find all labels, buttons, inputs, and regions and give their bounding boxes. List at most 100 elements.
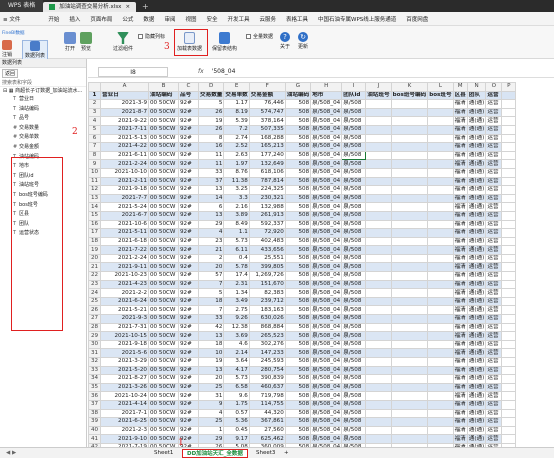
table-cell[interactable]: 508 xyxy=(284,339,312,350)
table-cell[interactable]: 630,026 xyxy=(248,314,286,324)
sheet-tab-active[interactable]: DD加油站天汇_全数据 xyxy=(182,449,248,458)
table-cell[interactable]: 868,884 xyxy=(248,322,286,333)
row-number[interactable]: 14 xyxy=(88,202,101,212)
table-cell[interactable]: 泉/508_04 xyxy=(310,288,343,298)
table-cell[interactable]: 福清 xyxy=(452,176,468,187)
table-cell[interactable]: 泉/508 xyxy=(341,202,367,212)
table-cell[interactable]: 280,754 xyxy=(248,365,286,376)
table-cell[interactable]: 福清 xyxy=(452,124,468,135)
table-cell[interactable] xyxy=(427,357,454,367)
table-cell[interactable]: 92# xyxy=(178,185,199,195)
empty-cell[interactable] xyxy=(501,399,517,410)
table-cell[interactable]: 泉/508_04 xyxy=(310,365,343,376)
row-number[interactable]: 10 xyxy=(88,167,101,178)
table-cell[interactable]: 114,755 xyxy=(248,399,286,410)
row-number[interactable]: 33 xyxy=(88,365,101,376)
table-cell[interactable]: 福清 xyxy=(452,219,468,230)
table-cell[interactable] xyxy=(390,253,429,264)
table-cell[interactable]: 92# xyxy=(178,253,199,264)
empty-cell[interactable] xyxy=(501,408,517,419)
table-cell[interactable] xyxy=(365,176,392,187)
row-number[interactable]: 8 xyxy=(88,150,101,161)
table-cell[interactable]: 00 50CW xyxy=(148,305,179,316)
table-cell[interactable]: 泉/508_04 xyxy=(310,116,343,126)
field-item[interactable]: T 营业日 xyxy=(0,95,86,105)
table-cell[interactable]: 92# xyxy=(178,142,199,152)
table-cell[interactable]: 泉/508 xyxy=(341,331,367,341)
table-cell[interactable] xyxy=(427,305,454,316)
table-cell[interactable]: 福清 xyxy=(452,193,468,204)
table-cell[interactable]: 92# xyxy=(178,382,199,393)
table-cell[interactable] xyxy=(390,107,429,118)
header-cell[interactable]: 运营 xyxy=(485,90,503,101)
table-cell[interactable]: 通(通) xyxy=(466,193,487,204)
table-cell[interactable]: 2021-2-2 xyxy=(100,288,149,298)
table-cell[interactable]: 2.74 xyxy=(223,133,250,144)
table-cell[interactable]: 92# xyxy=(178,219,199,230)
empty-cell[interactable] xyxy=(501,202,517,212)
table-cell[interactable]: 33 xyxy=(197,314,225,324)
table-cell[interactable]: 泉/508 xyxy=(341,271,367,281)
table-cell[interactable]: 泉/508 xyxy=(341,133,367,144)
table-cell[interactable]: 9 xyxy=(197,399,225,410)
table-cell[interactable]: 通(通) xyxy=(466,339,487,350)
table-cell[interactable]: 运营 xyxy=(485,185,503,195)
table-cell[interactable]: 泉/508_04 xyxy=(310,399,343,410)
save-table-button[interactable]: 保留表结构 xyxy=(212,32,237,52)
table-cell[interactable]: 302,276 xyxy=(248,339,286,350)
table-cell[interactable] xyxy=(390,228,429,238)
table-cell[interactable]: 00 50CW xyxy=(148,262,179,273)
table-cell[interactable]: 泉/508_04 xyxy=(310,296,343,307)
row-number[interactable]: 35 xyxy=(88,382,101,393)
table-cell[interactable]: 00 50CW xyxy=(148,391,179,401)
table-cell[interactable] xyxy=(427,107,454,118)
table-cell[interactable]: 运营 xyxy=(485,228,503,238)
table-cell[interactable]: 泉/508_04 xyxy=(310,185,343,195)
table-cell[interactable]: 5.73 xyxy=(223,374,250,384)
table-cell[interactable]: 泉/508_04 xyxy=(310,107,343,118)
table-cell[interactable]: 168,288 xyxy=(248,133,286,144)
table-cell[interactable] xyxy=(427,150,454,161)
table-cell[interactable]: 147,233 xyxy=(248,348,286,358)
table-cell[interactable]: 通(通) xyxy=(466,185,487,195)
table-cell[interactable]: 泉/508 xyxy=(341,142,367,152)
table-cell[interactable]: 00 50CW xyxy=(148,228,179,238)
empty-cell[interactable] xyxy=(501,339,517,350)
table-cell[interactable]: 92# xyxy=(178,339,199,350)
sheet-tab-1[interactable]: Sheet1 xyxy=(150,449,177,458)
table-cell[interactable]: 泉/508 xyxy=(341,150,367,161)
table-cell[interactable] xyxy=(427,339,454,350)
table-cell[interactable]: 508 xyxy=(284,314,312,324)
table-cell[interactable]: 福清 xyxy=(452,107,468,118)
table-cell[interactable] xyxy=(427,142,454,152)
table-cell[interactable]: 运营 xyxy=(485,202,503,212)
table-cell[interactable]: 运营 xyxy=(485,219,503,230)
table-cell[interactable]: 通(通) xyxy=(466,99,487,109)
table-cell[interactable] xyxy=(365,382,392,393)
table-cell[interactable] xyxy=(390,288,429,298)
table-cell[interactable] xyxy=(390,176,429,187)
table-cell[interactable]: 通(通) xyxy=(466,357,487,367)
table-cell[interactable]: 运营 xyxy=(485,262,503,273)
table-cell[interactable]: 2021-6-24 xyxy=(100,296,149,307)
data-list-button[interactable]: 数据列表 xyxy=(22,40,49,60)
table-cell[interactable]: 92# xyxy=(178,357,199,367)
table-cell[interactable]: 3.89 xyxy=(223,210,250,221)
table-cell[interactable] xyxy=(427,236,454,247)
table-cell[interactable] xyxy=(365,279,392,290)
table-cell[interactable]: 2021-10-24 xyxy=(100,391,149,401)
table-cell[interactable]: 508 xyxy=(284,279,312,290)
table-cell[interactable]: 00 50CW xyxy=(148,288,179,298)
table-cell[interactable]: 21 xyxy=(197,245,225,255)
table-cell[interactable]: 92# xyxy=(178,150,199,161)
row-number[interactable]: 27 xyxy=(88,314,101,324)
table-cell[interactable]: 8.49 xyxy=(223,219,250,230)
empty-cell[interactable] xyxy=(501,434,517,444)
table-cell[interactable]: 2021-4-22 xyxy=(100,142,149,152)
table-cell[interactable]: 2021-5-24 xyxy=(100,202,149,212)
empty-cell[interactable] xyxy=(501,133,517,144)
menu-item[interactable]: 公式 xyxy=(117,15,138,23)
table-cell[interactable]: 5 xyxy=(197,288,225,298)
table-cell[interactable] xyxy=(390,159,429,169)
table-cell[interactable]: 00 50CW xyxy=(148,99,179,109)
